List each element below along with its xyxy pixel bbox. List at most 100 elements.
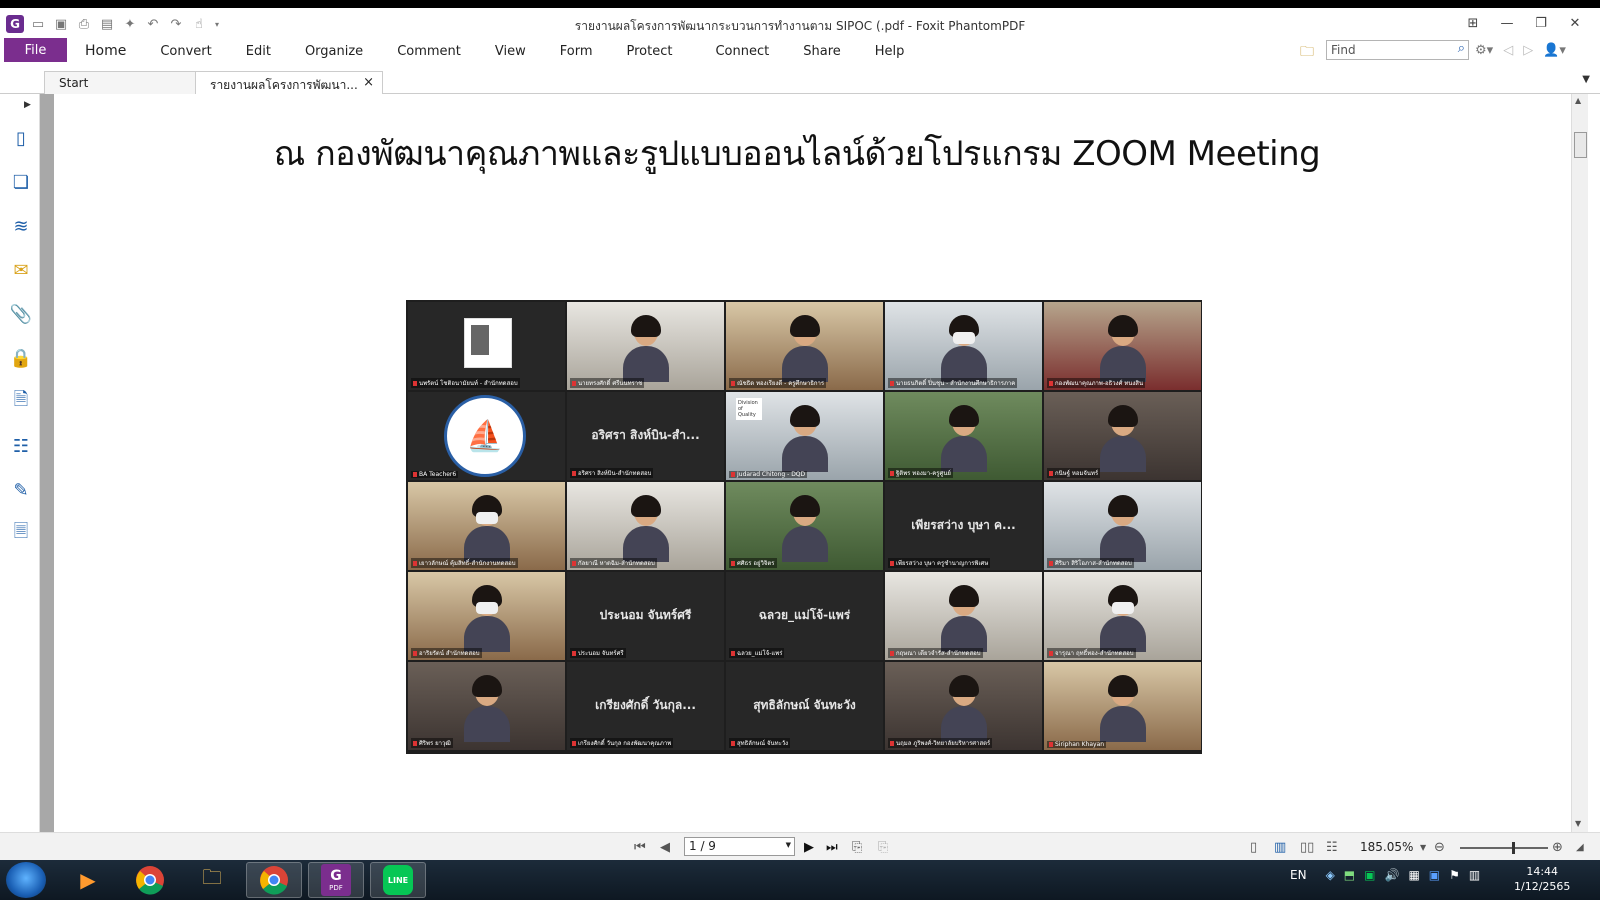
window-title: รายงานผลโครงการพัฒนากระบวนการทำงานตาม SI… — [574, 19, 1026, 33]
tab-start[interactable]: Start — [44, 71, 196, 94]
figure-body — [940, 346, 987, 382]
figure-body — [1099, 436, 1146, 472]
file-menu-button[interactable]: File — [4, 38, 67, 62]
certify-icon[interactable]: 🗏 — [9, 521, 33, 546]
minimize-button[interactable]: — — [1490, 12, 1524, 34]
single-page-icon[interactable]: ▯ — [1250, 838, 1257, 856]
tab-view[interactable]: View — [478, 44, 543, 59]
volume-icon[interactable]: 🔊 — [1384, 868, 1399, 882]
face-mask — [952, 332, 975, 344]
search-icon[interactable]: ⌕ — [1458, 41, 1465, 56]
clock-time: 14:44 — [1526, 865, 1559, 878]
foxit-taskbar-icon[interactable]: G PDF — [308, 862, 364, 898]
zoom-dropdown-icon[interactable]: ▼ — [1420, 838, 1426, 856]
figure-body — [463, 616, 510, 652]
find-input[interactable]: Find ⌕ — [1326, 40, 1469, 60]
tray-app2-icon[interactable]: ▦ — [1408, 868, 1419, 882]
tab-organize[interactable]: Organize — [288, 44, 380, 59]
previous-view-icon[interactable]: ⎘ — [852, 838, 862, 856]
settings-gear-icon[interactable]: ⚙▾ — [1475, 43, 1493, 58]
previous-page-icon[interactable]: ◀ — [660, 838, 670, 856]
next-page-icon[interactable]: ▶ — [804, 838, 814, 856]
tray-app3-icon[interactable]: ▣ — [1429, 868, 1440, 882]
continuous-page-icon[interactable]: ▥ — [1274, 838, 1286, 856]
continuous-facing-icon[interactable]: ☷ — [1326, 838, 1338, 856]
zoom-out-icon[interactable]: ⊖ — [1434, 838, 1445, 856]
next-view-icon[interactable]: ⎘ — [878, 838, 888, 856]
taskbar-clock[interactable]: 14:44 1/12/2565 — [1514, 864, 1570, 894]
security-lock-icon[interactable]: 🔒 — [9, 346, 33, 370]
figure-hair — [1107, 315, 1138, 337]
page-number-input[interactable]: 1 / 9 ▼ — [684, 837, 795, 856]
document-view[interactable]: ณ กองพัฒนาคุณภาพและรูปแบบออนไลน์ด้วยโปรแ… — [54, 94, 1571, 832]
ribbon: File Home Convert Edit Organize Comment … — [0, 38, 1600, 68]
participant-tile: ⛵ BA Teacher6 — [408, 392, 565, 480]
tab-document[interactable]: รายงานผลโครงการพัฒนา... × — [195, 71, 383, 94]
ribbon-display-icon[interactable]: ⊞ — [1456, 12, 1490, 34]
zoom-slider[interactable] — [1460, 842, 1548, 854]
facing-pages-icon[interactable]: ▯▯ — [1300, 838, 1314, 856]
tray-network-app-icon[interactable]: ⬒ — [1344, 868, 1355, 882]
document-search-icon[interactable]: 🗎 — [9, 389, 33, 414]
first-page-icon[interactable]: ⏮ — [634, 838, 646, 856]
tab-home[interactable]: Home — [68, 43, 143, 59]
page-dropdown-icon[interactable]: ▼ — [786, 841, 791, 849]
tab-help[interactable]: Help — [858, 44, 922, 59]
tab-protect[interactable]: Protect — [610, 44, 690, 59]
signatures-icon[interactable]: ✎ — [9, 478, 33, 502]
user-account-icon[interactable]: 👤▾ — [1543, 43, 1566, 58]
scroll-up-icon[interactable]: ▲ — [1575, 96, 1581, 105]
layers-icon[interactable]: ≋ — [9, 214, 33, 238]
ship-emblem-icon: ⛵ — [466, 418, 504, 454]
tab-convert[interactable]: Convert — [143, 44, 228, 59]
tab-form[interactable]: Form — [543, 44, 610, 59]
participant-figure — [463, 495, 510, 562]
start-button[interactable] — [6, 862, 46, 898]
window-right-edge — [1588, 94, 1600, 832]
zoom-in-icon[interactable]: ⊕ — [1552, 838, 1563, 856]
participant-name-caption: อริศรา สิงห์บิน-สำนักทดสอบ — [570, 468, 654, 478]
chrome-active-icon[interactable] — [246, 862, 302, 898]
tab-edit[interactable]: Edit — [229, 44, 288, 59]
tab-share[interactable]: Share — [786, 44, 858, 59]
tab-comment[interactable]: Comment — [380, 44, 478, 59]
language-indicator[interactable]: EN — [1290, 868, 1307, 882]
pages-icon[interactable]: ❏ — [9, 170, 33, 194]
zoom-level[interactable]: 185.05% — [1360, 840, 1413, 854]
virtual-background-badge: Division of Quality — [736, 398, 762, 420]
attachments-icon[interactable]: 📎 — [9, 302, 33, 326]
previous-result-icon[interactable]: ◁ — [1503, 43, 1513, 58]
restore-button[interactable]: ❐ — [1524, 12, 1558, 34]
participant-name-caption: นพรัตน์ โชติอนามัยนท์ - สำนักทดสอบ — [411, 378, 520, 388]
tab-list-chevron-icon[interactable]: ▼ — [1582, 74, 1590, 85]
expand-panel-icon[interactable]: ▶ — [24, 100, 31, 110]
resize-grip-icon[interactable]: ◢ — [1576, 838, 1584, 856]
network-icon[interactable]: ▥ — [1469, 868, 1480, 882]
media-player-icon[interactable]: ▶ — [60, 862, 116, 898]
action-center-icon[interactable]: ⚑ — [1449, 868, 1460, 882]
scroll-thumb[interactable] — [1574, 132, 1587, 158]
participant-tile: อาริยรัตน์ สำนักทดสอบ — [408, 572, 565, 660]
next-result-icon[interactable]: ▷ — [1523, 43, 1533, 58]
chrome-icon[interactable] — [122, 862, 178, 898]
scroll-down-icon[interactable]: ▼ — [1575, 819, 1581, 828]
zoom-slider-knob[interactable] — [1512, 842, 1515, 854]
panel-splitter[interactable] — [40, 94, 54, 832]
line-app-icon[interactable]: LINE — [370, 862, 426, 898]
ribbon-tabs: Home Convert Edit Organize Comment View … — [68, 38, 921, 64]
last-page-icon[interactable]: ⏭ — [826, 838, 838, 856]
page-thumbnails-icon[interactable]: ▯ — [9, 126, 33, 150]
tray-app-icon[interactable]: ◈ — [1326, 868, 1335, 882]
participant-tile: เกรียงศักดิ์ วันกุล... เกรียงศักดิ์ วันกุ… — [567, 662, 724, 750]
tab-connect[interactable]: Connect — [689, 44, 786, 59]
vertical-scrollbar[interactable]: ▲ ▼ — [1571, 94, 1588, 832]
close-button[interactable]: ✕ — [1558, 12, 1592, 34]
search-folder-icon[interactable]: 🗀 — [1300, 41, 1314, 65]
participant-tile: ศิริมา สิริโอภาส-สำนักทดสอบ — [1044, 482, 1201, 570]
form-fields-icon[interactable]: ☷ — [9, 434, 33, 458]
participant-tile: ฐิติพร ทองมา-ครูศูนย์ — [885, 392, 1042, 480]
close-tab-icon[interactable]: × — [363, 75, 374, 90]
comments-icon[interactable]: ✉ — [9, 258, 33, 282]
file-explorer-icon[interactable]: 🗀 — [184, 862, 240, 898]
tray-line-icon[interactable]: ▣ — [1364, 868, 1375, 882]
